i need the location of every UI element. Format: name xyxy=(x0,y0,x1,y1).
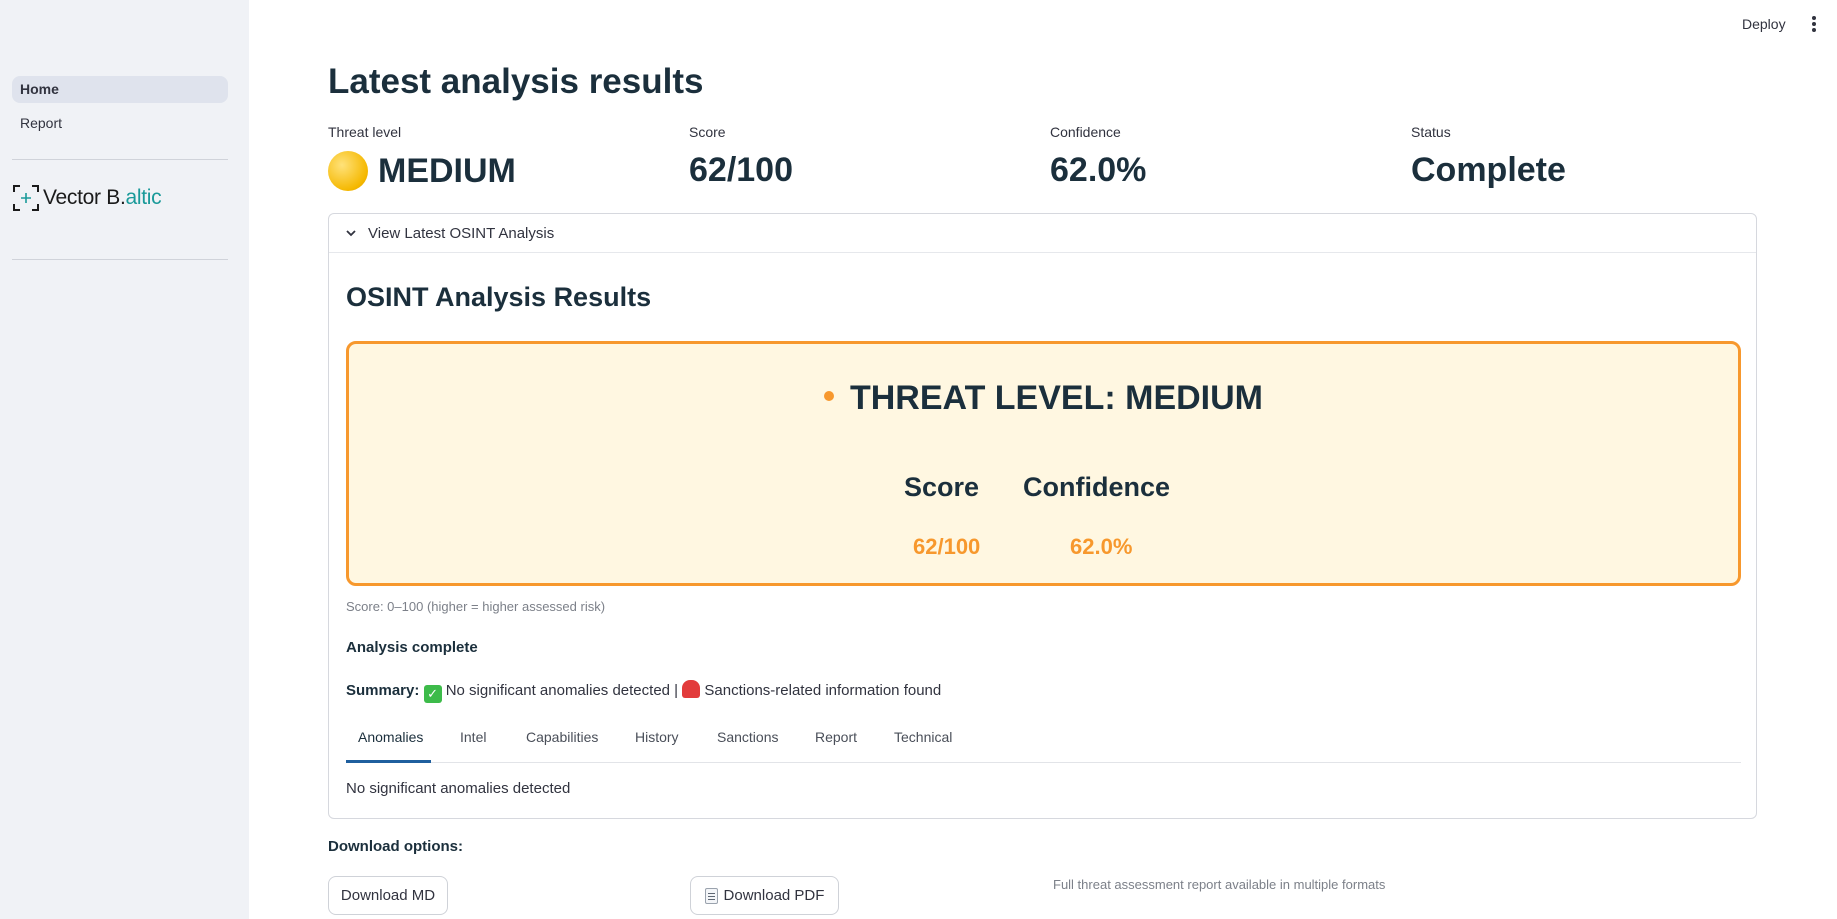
sidebar-nav: Home Report xyxy=(12,76,228,144)
osint-expander: View Latest OSINT Analysis OSINT Analysi… xyxy=(328,213,1757,819)
metric-confidence: Confidence 62.0% xyxy=(1050,124,1390,190)
expander-title: View Latest OSINT Analysis xyxy=(368,224,555,242)
sidebar-item-home[interactable]: Home xyxy=(12,76,228,103)
kebab-menu-icon[interactable] xyxy=(1809,16,1819,36)
yellow-circle-icon xyxy=(328,151,368,191)
tab-intel[interactable]: Intel xyxy=(460,729,486,745)
metric-label: Status xyxy=(1411,124,1451,140)
summary-item-anomalies: No significant anomalies detected xyxy=(445,682,670,699)
download-md-button[interactable]: Download MD xyxy=(328,876,448,915)
active-tab-indicator xyxy=(346,760,431,763)
score-caption: Score: 0–100 (higher = higher assessed r… xyxy=(346,599,606,614)
logo-text-main: Vector B. xyxy=(43,186,126,209)
logo-mark-icon xyxy=(12,184,40,212)
metric-threat-level: Threat level MEDIUM xyxy=(328,124,668,191)
formats-note: Full threat assessment report available … xyxy=(1053,877,1386,892)
score-value: 62/100 xyxy=(913,534,981,559)
tab-technical[interactable]: Technical xyxy=(894,729,952,745)
tab-history[interactable]: History xyxy=(635,729,679,745)
metric-value: 62/100 xyxy=(689,151,793,189)
metric-value: MEDIUM xyxy=(328,151,668,191)
metric-label: Score xyxy=(689,124,726,140)
metric-label: Threat level xyxy=(328,124,402,140)
download-pdf-button[interactable]: Download PDF xyxy=(690,876,839,915)
threat-level-value: MEDIUM xyxy=(378,151,516,190)
sidebar-item-report[interactable]: Report xyxy=(12,110,228,137)
tab-sanctions[interactable]: Sanctions xyxy=(717,729,778,745)
threat-heading-text: THREAT LEVEL: MEDIUM xyxy=(849,379,1263,417)
orange-dot-icon xyxy=(823,391,834,402)
vector-baltic-logo: Vector B.altic xyxy=(12,184,162,212)
metric-status: Status Complete xyxy=(1411,124,1751,190)
section-title: OSINT Analysis Results xyxy=(346,282,652,312)
summary-line: Summary: ✓ No significant anomalies dete… xyxy=(346,680,941,703)
summary-separator: | xyxy=(674,682,679,699)
tab-capabilities[interactable]: Capabilities xyxy=(526,729,598,745)
sidebar: Home Report Vector B.altic xyxy=(0,0,249,919)
analysis-status: Analysis complete xyxy=(346,639,478,656)
tab-anomalies[interactable]: Anomalies xyxy=(358,729,423,745)
tab-report[interactable]: Report xyxy=(815,729,857,745)
metric-label: Confidence xyxy=(1050,124,1121,140)
sidebar-divider xyxy=(12,159,228,160)
siren-icon xyxy=(682,680,701,698)
confidence-label: Confidence xyxy=(1023,472,1171,502)
summary-label: Summary: xyxy=(346,682,420,699)
threat-heading: THREAT LEVEL: MEDIUM xyxy=(349,379,1738,418)
score-label: Score xyxy=(904,472,980,502)
page-title: Latest analysis results xyxy=(328,62,704,101)
download-pdf-label: Download PDF xyxy=(723,887,825,904)
logo-text: Vector B.altic xyxy=(43,186,162,210)
sidebar-divider-2 xyxy=(12,259,228,260)
chevron-down-icon xyxy=(346,230,356,237)
summary-item-sanctions: Sanctions-related information found xyxy=(704,682,942,699)
results-tabs: Anomalies Intel Capabilities History San… xyxy=(346,719,1741,763)
metric-score: Score 62/100 xyxy=(689,124,1029,190)
metric-value: 62.0% xyxy=(1050,151,1147,189)
expander-header[interactable]: View Latest OSINT Analysis xyxy=(329,214,1756,253)
threat-level-card: THREAT LEVEL: MEDIUM Score Confidence 62… xyxy=(346,341,1741,586)
download-options-label: Download options: xyxy=(328,838,463,855)
metric-value: Complete xyxy=(1411,151,1566,189)
deploy-button[interactable]: Deploy xyxy=(1742,16,1786,32)
check-mark-icon: ✓ xyxy=(423,685,442,703)
confidence-value: 62.0% xyxy=(1070,534,1133,559)
logo-text-accent: altic xyxy=(125,186,162,209)
document-icon xyxy=(704,887,718,904)
tab-content: No significant anomalies detected xyxy=(346,780,571,797)
download-md-label: Download MD xyxy=(340,887,436,904)
